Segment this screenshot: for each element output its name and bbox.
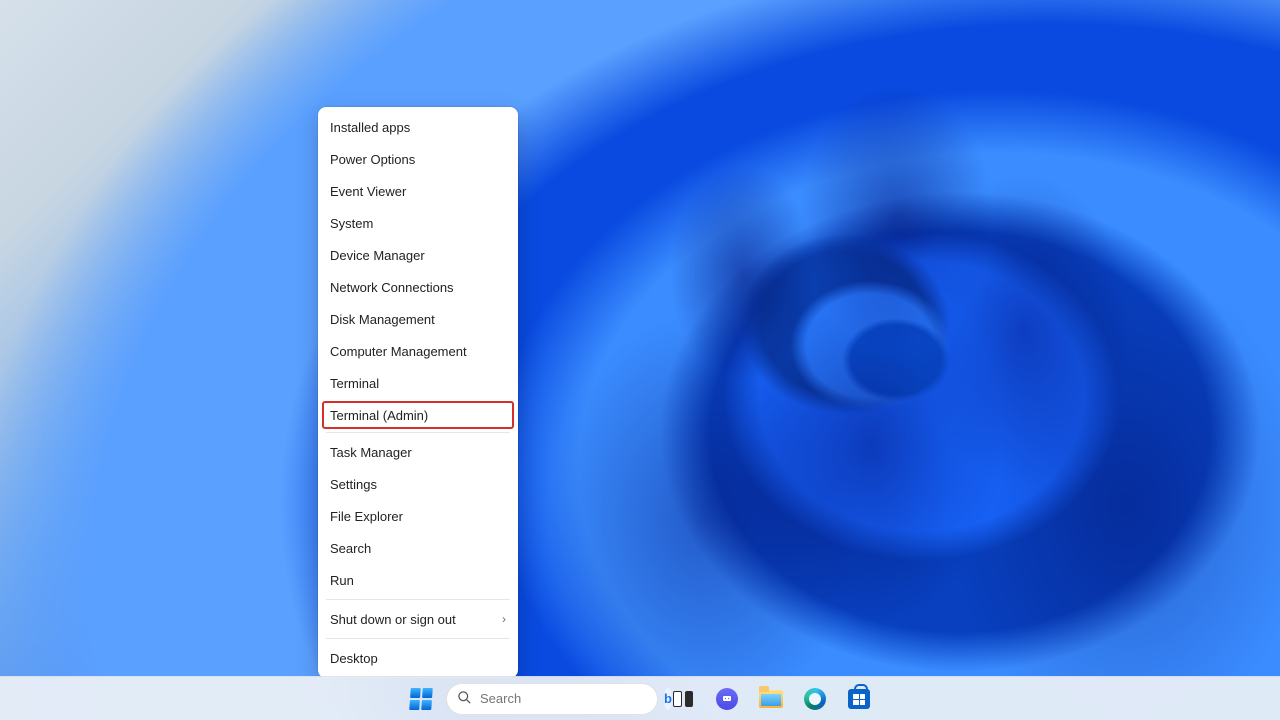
search-icon [457, 690, 472, 708]
chat-button[interactable] [708, 680, 746, 718]
edge-icon [804, 688, 826, 710]
winx-power-user-menu: Installed apps Power Options Event Viewer S… [318, 107, 518, 678]
search-box[interactable]: b [446, 683, 658, 715]
menu-terminal[interactable]: Terminal [318, 367, 518, 399]
menu-power-options[interactable]: Power Options [318, 143, 518, 175]
menu-item-label: Disk Management [330, 312, 435, 327]
menu-item-label: Settings [330, 477, 377, 492]
menu-computer-management[interactable]: Computer Management [318, 335, 518, 367]
menu-separator [326, 638, 510, 639]
menu-task-manager[interactable]: Task Manager [318, 436, 518, 468]
menu-separator [326, 432, 510, 433]
menu-search[interactable]: Search [318, 532, 518, 564]
menu-item-label: Desktop [330, 651, 378, 666]
desktop-wallpaper [0, 0, 1280, 720]
menu-item-label: Device Manager [330, 248, 425, 263]
chevron-right-icon: › [502, 612, 506, 626]
menu-item-label: Installed apps [330, 120, 410, 135]
menu-item-label: Computer Management [330, 344, 467, 359]
menu-item-label: Event Viewer [330, 184, 406, 199]
menu-item-label: Shut down or sign out [330, 612, 456, 627]
menu-disk-management[interactable]: Disk Management [318, 303, 518, 335]
start-button[interactable] [402, 680, 440, 718]
menu-network-connections[interactable]: Network Connections [318, 271, 518, 303]
microsoft-store-icon [848, 689, 870, 709]
menu-item-label: File Explorer [330, 509, 403, 524]
microsoft-store-button[interactable] [840, 680, 878, 718]
menu-separator [326, 599, 510, 600]
task-view-icon [673, 691, 693, 707]
menu-shutdown-signout[interactable]: Shut down or sign out › [318, 603, 518, 635]
menu-event-viewer[interactable]: Event Viewer [318, 175, 518, 207]
menu-terminal-admin[interactable]: Terminal (Admin) [322, 401, 514, 429]
menu-installed-apps[interactable]: Installed apps [318, 111, 518, 143]
task-view-button[interactable] [664, 680, 702, 718]
menu-item-label: Task Manager [330, 445, 412, 460]
menu-run[interactable]: Run [318, 564, 518, 596]
menu-item-label: System [330, 216, 373, 231]
menu-system[interactable]: System [318, 207, 518, 239]
menu-settings[interactable]: Settings [318, 468, 518, 500]
file-explorer-icon [759, 690, 783, 708]
menu-item-label: Terminal (Admin) [330, 408, 428, 423]
chat-icon [716, 688, 738, 710]
menu-desktop[interactable]: Desktop [318, 642, 518, 674]
file-explorer-button[interactable] [752, 680, 790, 718]
menu-file-explorer[interactable]: File Explorer [318, 500, 518, 532]
menu-item-label: Terminal [330, 376, 379, 391]
menu-item-label: Search [330, 541, 371, 556]
taskbar: b [0, 676, 1280, 720]
menu-item-label: Network Connections [330, 280, 454, 295]
menu-device-manager[interactable]: Device Manager [318, 239, 518, 271]
menu-item-label: Power Options [330, 152, 415, 167]
edge-button[interactable] [796, 680, 834, 718]
windows-logo-icon [409, 688, 433, 710]
search-input[interactable] [480, 691, 656, 706]
menu-item-label: Run [330, 573, 354, 588]
